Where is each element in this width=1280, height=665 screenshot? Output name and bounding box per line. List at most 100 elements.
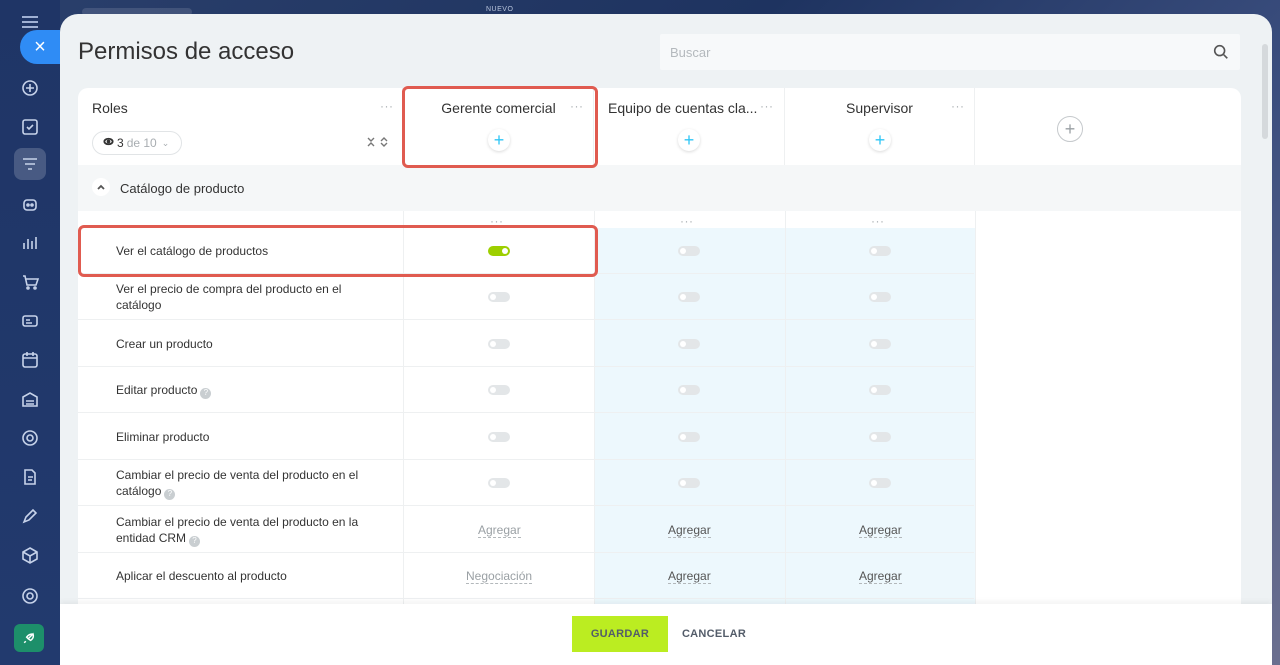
add-role-button[interactable]: + (1057, 116, 1083, 142)
permission-label: Cambiar el precio de venta del producto … (116, 467, 376, 500)
permission-toggle[interactable] (488, 292, 510, 302)
sidebar-item-analytics[interactable] (14, 227, 46, 259)
help-icon[interactable]: ? (189, 535, 201, 547)
search-icon[interactable] (1212, 43, 1230, 61)
calendar-icon (22, 352, 38, 368)
eye-icon (103, 136, 114, 150)
collapse-expand-controls[interactable] (366, 136, 389, 148)
sidebar-item-calendar[interactable] (14, 344, 46, 376)
sidebar-item-products[interactable] (14, 539, 46, 571)
collapse-icon[interactable] (366, 136, 376, 148)
warehouse-icon (22, 392, 38, 407)
section-header[interactable]: Catálogo de producto (78, 165, 1241, 211)
permission-toggle[interactable] (678, 478, 700, 488)
permission-label-text: Aplicar el descuento al producto (116, 569, 287, 583)
help-icon[interactable]: ? (200, 387, 212, 399)
sidebar-item-contacts[interactable] (14, 305, 46, 337)
page-title: Permisos de acceso (78, 38, 295, 65)
permission-select[interactable]: Negociación (466, 569, 533, 584)
permission-toggle[interactable] (869, 432, 891, 442)
permission-toggle[interactable] (869, 385, 891, 395)
column-more-icon[interactable]: ··· (680, 215, 694, 227)
permission-row: Cambiar el precio de venta del producto … (78, 507, 974, 553)
pen-icon (22, 508, 38, 524)
permission-toggle[interactable] (488, 432, 510, 442)
role-name: Supervisor (846, 100, 913, 116)
add-permission-button[interactable]: + (678, 129, 700, 151)
permission-label-text: Eliminar producto (116, 430, 210, 444)
sidebar-item-settings[interactable] (14, 580, 46, 612)
sidebar-item-documents[interactable] (14, 461, 46, 493)
sidebar-item-crm[interactable] (14, 148, 46, 180)
save-button[interactable]: GUARDAR (572, 616, 668, 652)
cancel-button[interactable]: CANCELAR (676, 616, 752, 652)
permission-row: Ver el precio de compra del producto en … (78, 274, 974, 320)
rocket-icon (23, 632, 35, 644)
search-input[interactable] (670, 44, 1190, 60)
permission-label-text: Crear un producto (116, 337, 213, 351)
sidebar-item-feed[interactable] (14, 72, 46, 104)
permission-toggle[interactable] (678, 432, 700, 442)
permission-label: Crear un producto (116, 336, 376, 352)
permission-toggle[interactable] (869, 339, 891, 349)
add-permission-button[interactable]: + (869, 129, 891, 151)
permission-toggle[interactable] (678, 385, 700, 395)
sidebar-item-inventory[interactable] (14, 383, 46, 415)
permission-label-text: Cambiar el precio de venta del producto … (116, 468, 359, 498)
section-label: Catálogo de producto (120, 181, 245, 196)
plus-icon: + (683, 130, 695, 150)
column-divider (975, 211, 976, 608)
permission-toggle[interactable] (488, 385, 510, 395)
permission-toggle[interactable] (678, 339, 700, 349)
role-more-icon[interactable]: ··· (760, 100, 774, 112)
roles-more-icon[interactable]: ··· (380, 100, 394, 112)
menu-icon[interactable] (22, 16, 38, 28)
scrollbar[interactable] (1262, 44, 1268, 139)
plus-icon: + (874, 130, 886, 150)
permission-select[interactable]: Agregar (859, 569, 902, 584)
role-more-icon[interactable]: ··· (951, 100, 965, 112)
permission-label-text: Editar producto (116, 383, 198, 397)
permission-row: Crear un producto (78, 321, 974, 367)
permission-select[interactable]: Agregar (668, 569, 711, 584)
permission-toggle[interactable] (678, 292, 700, 302)
expand-icon[interactable] (379, 136, 389, 148)
highlight-permission-row (78, 225, 598, 277)
top-tag: NUEVO (486, 6, 514, 13)
bar-chart-icon (23, 237, 37, 249)
permission-select[interactable]: Agregar (668, 523, 711, 538)
permission-toggle[interactable] (488, 478, 510, 488)
permission-label-text: Cambiar el precio de venta del producto … (116, 515, 359, 545)
permission-select[interactable]: Agregar (859, 523, 902, 538)
role-column-header-2: Supervisor ··· + (785, 88, 975, 165)
sidebar-item-goals[interactable] (14, 422, 46, 454)
permission-toggle[interactable] (869, 246, 891, 256)
search-box (660, 34, 1240, 70)
sidebar-item-shop[interactable] (14, 266, 46, 298)
permission-row: Editar producto? (78, 367, 974, 413)
sidebar-item-tasks[interactable] (14, 111, 46, 143)
permission-toggle[interactable] (678, 246, 700, 256)
permission-label: Cambiar el precio de venta del producto … (116, 514, 376, 547)
permission-select[interactable]: Agregar (478, 523, 521, 538)
target-icon (22, 430, 38, 446)
help-icon[interactable]: ? (164, 488, 176, 500)
permission-toggle[interactable] (869, 478, 891, 488)
chevron-down-icon: ⌄ (161, 137, 170, 148)
permission-toggle[interactable] (869, 292, 891, 302)
chevron-up-icon[interactable] (92, 178, 110, 196)
roles-count-selector[interactable]: 3 de 10 ⌄ (92, 131, 182, 155)
permission-label: Ver el precio de compra del producto en … (116, 281, 376, 313)
funnel-icon (23, 158, 37, 170)
permission-label: Editar producto? (116, 382, 376, 399)
column-more-icon[interactable]: ··· (871, 215, 885, 227)
close-slider-button[interactable]: × (20, 30, 60, 64)
rocket-button[interactable] (14, 624, 44, 652)
sidebar-item-sign[interactable] (14, 500, 46, 532)
permission-label: Aplicar el descuento al producto (116, 568, 376, 584)
id-card-icon (22, 315, 38, 327)
permission-row: Aplicar el descuento al producto Negociac… (78, 553, 974, 599)
feed-icon (22, 80, 38, 96)
sidebar-item-robot[interactable] (14, 188, 46, 220)
permission-toggle[interactable] (488, 339, 510, 349)
